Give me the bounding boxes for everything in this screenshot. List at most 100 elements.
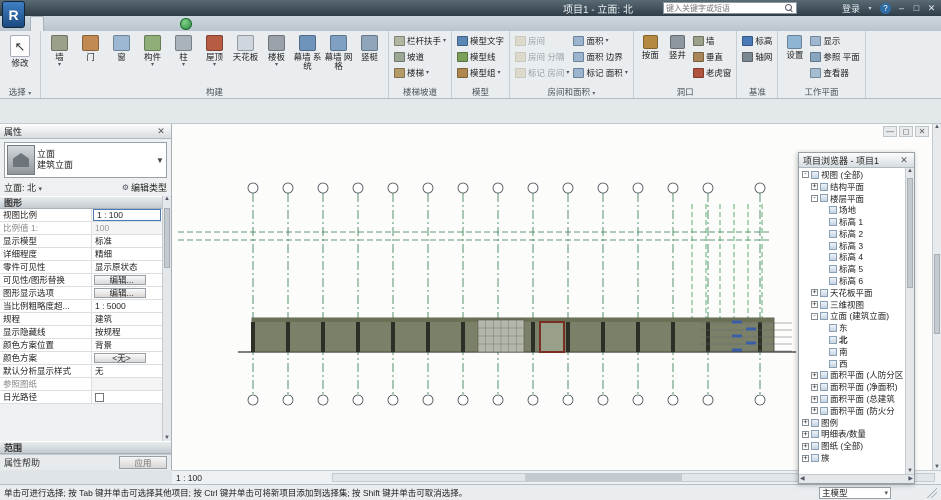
tree-item[interactable]: 北 — [799, 334, 905, 346]
property-row[interactable]: 颜色方案位置 背景 — [0, 339, 162, 352]
ribbon-tool[interactable]: 房间 分隔 — [513, 49, 571, 65]
expand-icon[interactable]: + — [811, 183, 818, 190]
minimize-button[interactable]: – — [894, 2, 909, 14]
expand-icon[interactable]: - — [802, 171, 809, 178]
tree-item[interactable]: 标高 4 — [799, 252, 905, 264]
expand-icon[interactable]: + — [811, 396, 818, 403]
toolbar-icon[interactable] — [107, 2, 120, 14]
ribbon-tool[interactable]: 模型文字 — [455, 33, 506, 49]
ribbon-tab[interactable] — [56, 16, 68, 31]
ribbon-tab[interactable] — [30, 16, 44, 31]
scroll-down-icon[interactable]: ▼ — [933, 464, 941, 470]
panel-label-select[interactable]: 选择 ▾ — [0, 86, 40, 98]
vertical-scrollbar[interactable]: ▲ ▼ — [932, 124, 941, 470]
view-restore-button[interactable]: ◻ — [899, 126, 913, 137]
toolbar-icon[interactable] — [197, 2, 210, 14]
property-value[interactable]: 标准 — [92, 235, 162, 247]
tree-item[interactable]: 标高 5 — [799, 263, 905, 275]
tree-item[interactable]: 标高 2 — [799, 228, 905, 240]
property-row[interactable]: 详细程度 精细 — [0, 248, 162, 261]
property-value[interactable]: 无 — [92, 365, 162, 377]
property-value[interactable]: 100 — [92, 222, 162, 234]
project-browser-titlebar[interactable]: 项目浏览器 - 项目1 ✕ — [799, 153, 914, 168]
property-row[interactable]: 比例值 1: 100 — [0, 222, 162, 235]
ribbon-tool[interactable]: 显示 — [808, 33, 861, 49]
ribbon-tool[interactable]: 墙 ▾ — [44, 33, 75, 86]
signin-button[interactable]: 登录 — [842, 2, 860, 15]
property-row[interactable]: 可见性/图形替换 编辑... — [0, 274, 162, 287]
property-value[interactable]: 按规程 — [92, 326, 162, 338]
ribbon-tool[interactable]: 楼梯 ▾ — [392, 65, 448, 81]
view-minimize-button[interactable]: — — [883, 126, 897, 137]
type-selector-dropdown-icon[interactable]: ▼ — [154, 156, 166, 165]
ribbon-tool[interactable]: 坡道 — [392, 49, 448, 65]
ribbon-tab[interactable] — [80, 16, 92, 31]
panel-label-circulation[interactable]: 楼梯坡道 — [389, 86, 451, 98]
ribbon-tab[interactable] — [68, 16, 80, 31]
property-row[interactable]: 颜色方案 <无> — [0, 352, 162, 365]
ribbon-tab[interactable] — [140, 16, 152, 31]
property-value[interactable]: 1 : 100 — [93, 209, 161, 221]
tree-item[interactable]: + 族 — [799, 452, 905, 464]
infocenter-search[interactable] — [663, 2, 797, 14]
property-value[interactable]: 精细 — [92, 248, 162, 260]
tree-item[interactable]: + 面积平面 (人防分区 — [799, 370, 905, 382]
ribbon-tool[interactable]: 按面 — [637, 33, 664, 86]
ribbon-tool[interactable]: 标记 房间 ▾ — [513, 65, 571, 81]
ribbon-tool[interactable]: 幕墙 系统 — [292, 33, 323, 86]
resize-grip[interactable] — [927, 488, 937, 498]
tree-item[interactable]: 标高 3 — [799, 240, 905, 252]
ribbon-tool[interactable]: 墙 — [691, 33, 734, 49]
toolbar-icon[interactable] — [167, 2, 180, 14]
expand-icon[interactable]: + — [802, 431, 809, 438]
project-browser-close-icon[interactable]: ✕ — [898, 155, 910, 166]
expand-icon[interactable]: + — [811, 384, 818, 391]
section-graphics[interactable]: 图形 — [0, 196, 162, 209]
expand-icon[interactable]: + — [802, 443, 809, 450]
property-value[interactable]: 背景 — [92, 339, 162, 351]
ribbon-tool[interactable]: 构件 ▾ — [137, 33, 168, 86]
panel-label-model[interactable]: 模型 — [452, 86, 509, 98]
tree-item[interactable]: 标高 1 — [799, 216, 905, 228]
scroll-left-icon[interactable]: ◀ — [800, 475, 805, 483]
toolbar-icon[interactable] — [137, 2, 150, 14]
tree-item[interactable]: + 明细表/数量 — [799, 429, 905, 441]
ribbon-tab[interactable] — [164, 16, 176, 31]
search-input[interactable] — [666, 4, 784, 13]
properties-scrollbar[interactable]: ▲ ▼ — [162, 196, 171, 441]
scroll-down-icon[interactable]: ▼ — [163, 435, 171, 441]
scroll-thumb[interactable] — [934, 254, 940, 334]
expand-icon[interactable]: + — [811, 407, 818, 414]
property-value[interactable]: <无> — [94, 353, 146, 363]
property-row[interactable]: 视图比例 1 : 100 — [0, 209, 162, 222]
scroll-thumb[interactable] — [525, 474, 681, 481]
edit-type-button[interactable]: ⚙编辑类型 — [122, 181, 167, 194]
panel-label-build[interactable]: 构建 — [41, 86, 388, 98]
scroll-down-icon[interactable]: ▼ — [906, 468, 914, 474]
ribbon-tool[interactable]: 竖梃 — [354, 33, 385, 86]
tree-item[interactable]: + 面积平面 (总建筑 — [799, 393, 905, 405]
panel-label-datum[interactable]: 基准 — [737, 86, 777, 98]
tree-item[interactable]: 西 — [799, 358, 905, 370]
ribbon-tool[interactable]: 模型线 — [455, 49, 506, 65]
workset-selector[interactable]: 主模型 ▾ — [819, 487, 891, 499]
tree-item[interactable]: 东 — [799, 322, 905, 334]
tree-item[interactable]: + 三维视图 — [799, 299, 905, 311]
ribbon-tool[interactable]: 查看器 — [808, 65, 861, 81]
toolbar-icon[interactable] — [62, 2, 75, 14]
expand-icon[interactable]: + — [811, 372, 818, 379]
ribbon-tool[interactable]: 标高 — [740, 33, 774, 49]
property-value[interactable] — [92, 391, 162, 403]
panel-label-room-area[interactable]: 房间和面积 ▾ — [510, 86, 633, 98]
expand-icon[interactable]: + — [811, 301, 818, 308]
close-button[interactable]: ✕ — [924, 2, 939, 14]
property-value[interactable] — [92, 378, 162, 390]
ribbon-tool[interactable]: 房间 — [513, 33, 571, 49]
modify-button[interactable]: ↖ 修改 — [3, 33, 37, 86]
scroll-thumb[interactable] — [164, 208, 170, 268]
tree-item[interactable]: + 天花板平面 — [799, 287, 905, 299]
section-extents[interactable]: 范围 — [0, 441, 171, 454]
property-row[interactable]: 图形显示选项 编辑... — [0, 287, 162, 300]
properties-titlebar[interactable]: 属性 ✕ — [0, 124, 171, 139]
tree-item[interactable]: 南 — [799, 346, 905, 358]
